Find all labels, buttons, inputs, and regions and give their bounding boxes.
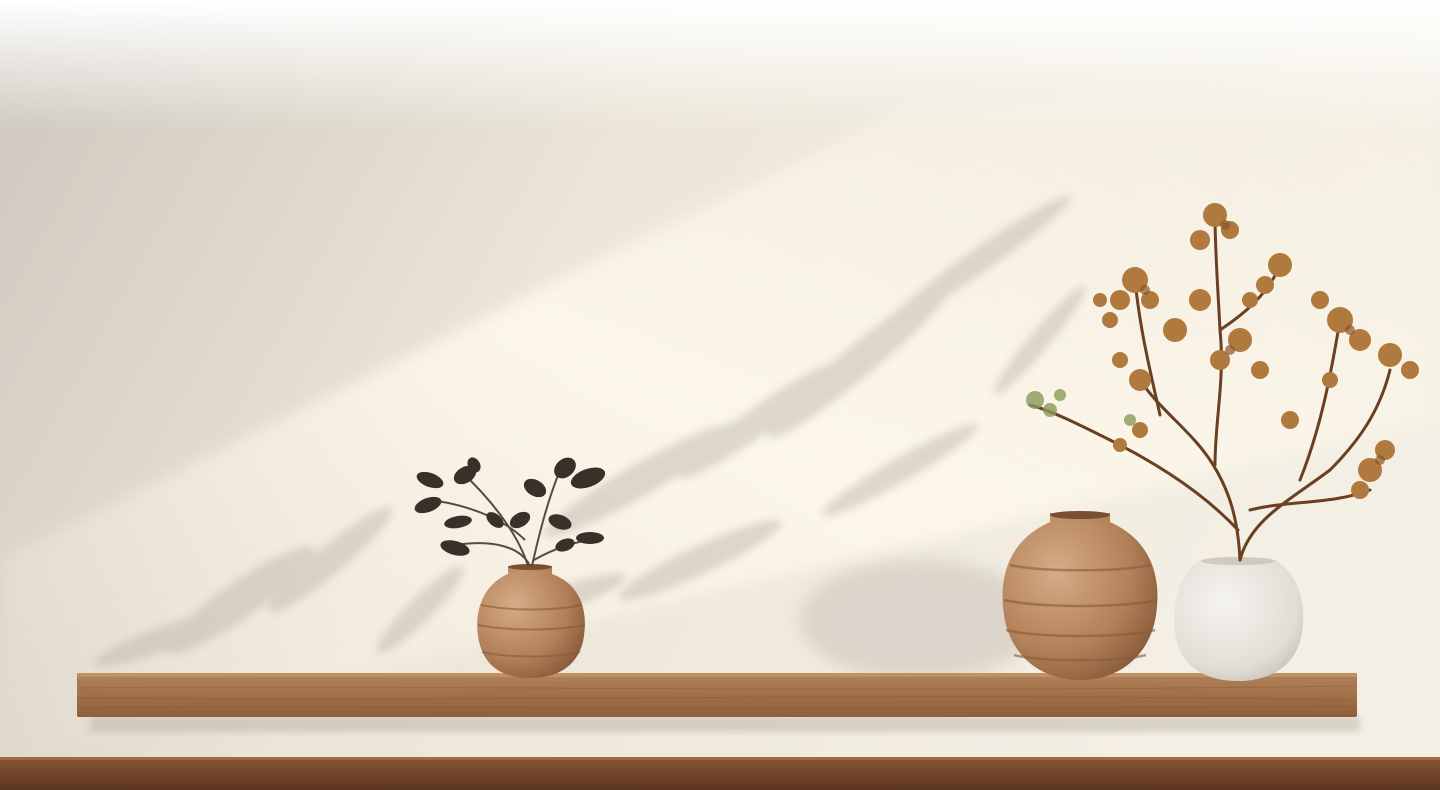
floating-wooden-shelf	[77, 673, 1357, 717]
wooden-tabletop	[0, 757, 1440, 790]
scene-illustration	[0, 0, 1440, 790]
vase-shadow	[800, 560, 1040, 680]
top-fade	[0, 0, 1440, 130]
interior-shelf-scene	[0, 0, 1440, 790]
white-ceramic-vase	[1174, 557, 1304, 681]
